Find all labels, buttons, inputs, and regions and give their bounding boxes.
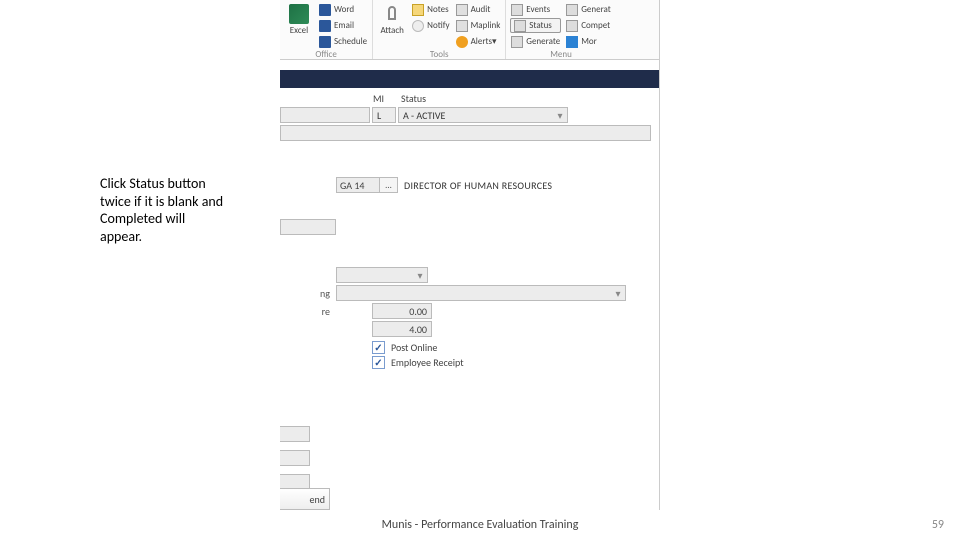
alerts-icon bbox=[456, 36, 468, 48]
events-button[interactable]: Events bbox=[510, 2, 561, 17]
attach-icon bbox=[382, 4, 402, 24]
ribbon: Excel Word Email Schedule bbox=[280, 0, 659, 60]
end-button[interactable]: end bbox=[280, 488, 330, 510]
email-button[interactable]: Email bbox=[318, 18, 368, 33]
mi-value: L bbox=[373, 109, 395, 122]
compet-label: Compet bbox=[581, 20, 610, 31]
numeric-field-1[interactable]: 0.00 bbox=[372, 303, 432, 319]
ribbon-group-menu: Events Status Generate bbox=[506, 0, 616, 59]
status-label: Status bbox=[529, 20, 552, 31]
generate-button[interactable]: Generate bbox=[510, 34, 561, 49]
word-button[interactable]: Word bbox=[318, 2, 368, 17]
excel-label: Excel bbox=[290, 26, 308, 35]
small-field-1[interactable] bbox=[280, 219, 336, 235]
callout-text: Click Status button twice if it is blank… bbox=[100, 175, 225, 245]
end-button-label: end bbox=[310, 493, 325, 506]
jobcode-value: GA 14 bbox=[340, 179, 365, 192]
fullwidth-field-1[interactable] bbox=[280, 125, 651, 141]
excel-icon bbox=[289, 4, 309, 24]
post-online-checkbox[interactable]: ✓ bbox=[372, 341, 385, 354]
email-label: Email bbox=[334, 20, 354, 31]
footer-title: Munis - Performance Evaluation Training bbox=[382, 518, 579, 532]
status-icon bbox=[514, 20, 526, 32]
compet-button[interactable]: Compet bbox=[565, 18, 612, 33]
app-window: Excel Word Email Schedule bbox=[280, 0, 660, 510]
ribbon-group-menu-label: Menu bbox=[510, 49, 612, 61]
more-label: Mor bbox=[581, 36, 597, 47]
email-icon bbox=[319, 20, 331, 32]
alerts-button[interactable]: Alerts▾ bbox=[455, 34, 502, 49]
post-online-label: Post Online bbox=[391, 341, 437, 354]
audit-icon bbox=[456, 4, 468, 16]
footer-page-number: 59 bbox=[932, 518, 944, 532]
maplink-button[interactable]: Maplink bbox=[455, 18, 502, 33]
numeric-field-2[interactable]: 4.00 bbox=[372, 321, 432, 337]
dropdown-1[interactable]: ▾ bbox=[336, 267, 428, 283]
word-label: Word bbox=[334, 4, 354, 15]
status-value: A - ACTIVE bbox=[399, 109, 553, 122]
status-button[interactable]: Status bbox=[510, 18, 561, 33]
dropdown-2[interactable]: ▾ bbox=[336, 285, 626, 301]
generat-button[interactable]: Generat bbox=[565, 2, 612, 17]
ribbon-group-office-label: Office bbox=[284, 49, 368, 61]
generat-icon bbox=[566, 4, 578, 16]
notify-label: Notify bbox=[427, 20, 449, 31]
schedule-icon bbox=[319, 36, 331, 48]
num1-value: 0.00 bbox=[409, 305, 427, 318]
name-field-left[interactable] bbox=[280, 107, 370, 123]
form-area: MI Status L A - ACTIVE ▾ GA 1 bbox=[280, 88, 659, 379]
schedule-button[interactable]: Schedule bbox=[318, 34, 368, 49]
audit-label: Audit bbox=[471, 4, 491, 15]
generat-label: Generat bbox=[581, 4, 611, 15]
chevron-down-icon: ▾ bbox=[611, 286, 625, 300]
word-icon bbox=[319, 4, 331, 16]
jobcode-lookup[interactable]: GA 14 … bbox=[336, 177, 398, 193]
status-dropdown[interactable]: A - ACTIVE ▾ bbox=[398, 107, 568, 123]
status-header-label: Status bbox=[401, 92, 426, 105]
maplink-icon bbox=[456, 20, 468, 32]
alerts-label: Alerts▾ bbox=[471, 36, 497, 47]
jobcode-field[interactable]: GA 14 bbox=[336, 177, 380, 193]
mi-field[interactable]: L bbox=[372, 107, 396, 123]
title-bar bbox=[280, 70, 659, 88]
events-label: Events bbox=[526, 4, 550, 15]
ribbon-group-office: Excel Word Email Schedule bbox=[280, 0, 373, 59]
notes-button[interactable]: Notes bbox=[411, 2, 450, 17]
stub-field-2[interactable] bbox=[280, 450, 310, 466]
excel-button[interactable]: Excel bbox=[284, 2, 314, 49]
more-button[interactable]: Mor bbox=[565, 34, 612, 49]
more-icon bbox=[566, 36, 578, 48]
chevron-down-icon: ▾ bbox=[553, 108, 567, 122]
trunc-label-2: ng bbox=[280, 287, 336, 300]
trunc-label-3: re bbox=[280, 305, 336, 318]
mi-header-label: MI bbox=[373, 92, 393, 105]
left-stubs bbox=[280, 418, 310, 490]
ribbon-group-tools: Attach Notes Notify bbox=[373, 0, 506, 59]
ribbon-group-tools-label: Tools bbox=[377, 49, 501, 61]
jobcode-lookup-button[interactable]: … bbox=[380, 177, 398, 193]
jobtitle-text: DIRECTOR OF HUMAN RESOURCES bbox=[404, 179, 552, 192]
compet-icon bbox=[566, 20, 578, 32]
num2-value: 4.00 bbox=[409, 323, 427, 336]
maplink-label: Maplink bbox=[471, 20, 501, 31]
generate-icon bbox=[511, 36, 523, 48]
schedule-label: Schedule bbox=[334, 36, 367, 47]
audit-button[interactable]: Audit bbox=[455, 2, 502, 17]
notes-icon bbox=[412, 4, 424, 16]
notify-button[interactable]: Notify bbox=[411, 18, 450, 33]
chevron-down-icon: ▾ bbox=[413, 268, 427, 282]
stub-field-1[interactable] bbox=[280, 426, 310, 442]
employee-receipt-checkbox[interactable]: ✓ bbox=[372, 356, 385, 369]
employee-receipt-label: Employee Receipt bbox=[391, 356, 464, 369]
generate-label: Generate bbox=[526, 36, 560, 47]
attach-label: Attach bbox=[380, 26, 403, 35]
notes-label: Notes bbox=[427, 4, 448, 15]
notify-icon bbox=[412, 20, 424, 32]
attach-button[interactable]: Attach bbox=[377, 2, 407, 49]
events-icon bbox=[511, 4, 523, 16]
